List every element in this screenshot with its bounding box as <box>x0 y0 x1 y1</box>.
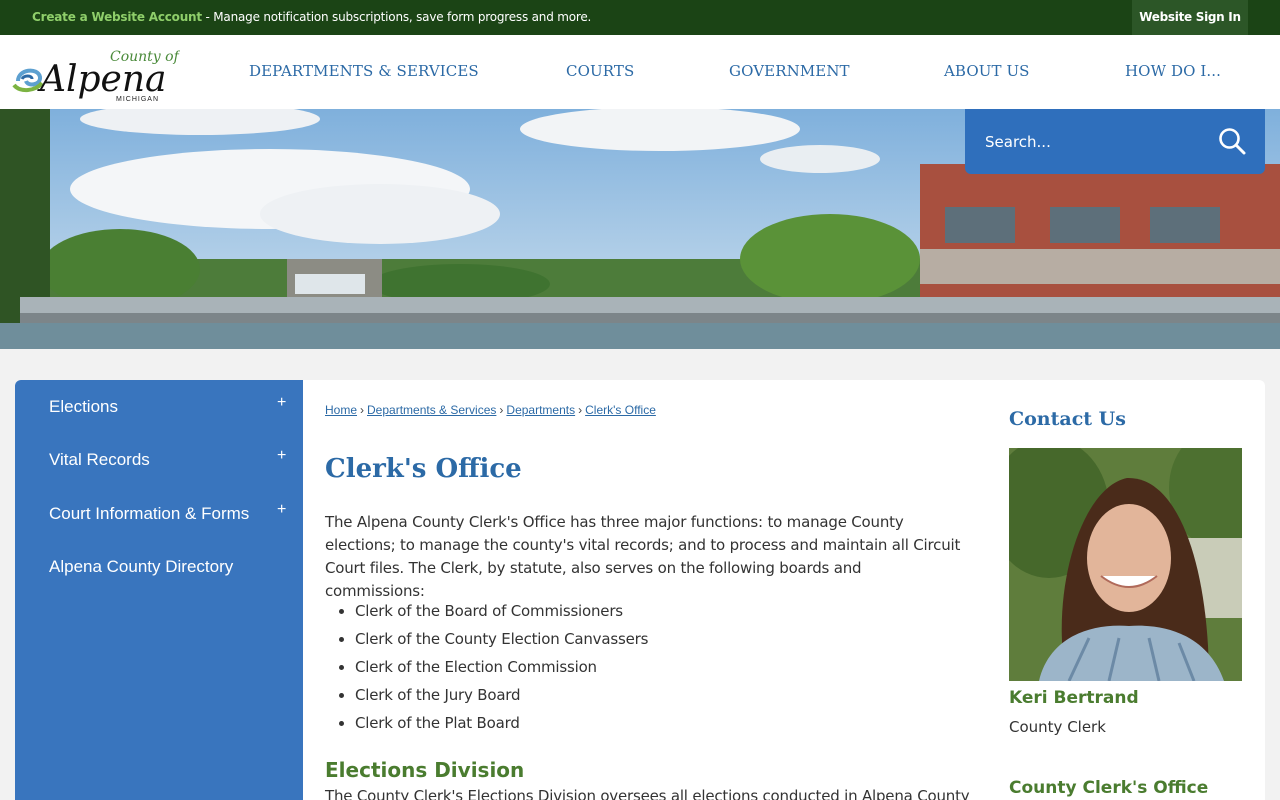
nav-departments-services[interactable]: DEPARTMENTS & SERVICES <box>249 62 479 80</box>
logo-name: Alpena <box>37 59 167 100</box>
website-sign-in-button[interactable]: Website Sign In <box>1132 0 1248 35</box>
search-icon[interactable] <box>1217 126 1247 156</box>
intro-paragraph: The Alpena County Clerk's Office has thr… <box>325 513 961 600</box>
utility-bar: Create a Website Account - Manage notifi… <box>0 0 1280 35</box>
nav-government[interactable]: GOVERNMENT <box>729 62 850 80</box>
breadcrumb-separator: › <box>578 403 583 417</box>
list-item: Clerk of the Plat Board <box>355 712 648 740</box>
list-item: Clerk of the Jury Board <box>355 684 648 712</box>
expand-vital-records-icon[interactable]: + <box>277 447 286 465</box>
nav-how-do-i[interactable]: HOW DO I... <box>1125 62 1221 80</box>
office-heading: County Clerk's Office <box>1009 778 1209 798</box>
breadcrumb-home[interactable]: Home <box>325 403 357 417</box>
contact-name: Keri Bertrand <box>1009 688 1139 708</box>
sidebar-item-vital-records[interactable]: Vital Records <box>49 450 150 470</box>
list-item: Clerk of the Election Commission <box>355 656 648 684</box>
account-message-text: - Manage notification subscriptions, sav… <box>201 10 592 24</box>
sidebar-item-elections[interactable]: Elections <box>49 397 118 417</box>
list-item: Clerk of the County Election Canvassers <box>355 628 648 656</box>
page-title: Clerk's Office <box>325 454 522 484</box>
create-account-link[interactable]: Create a Website Account <box>32 10 202 24</box>
breadcrumb-clerks-office[interactable]: Clerk's Office <box>585 403 656 417</box>
breadcrumb-departments[interactable]: Departments <box>506 403 575 417</box>
clerk-portrait-photo <box>1009 448 1242 681</box>
site-header: County of Alpena MICHIGAN DEPARTMENTS & … <box>0 35 1280 109</box>
nav-about-us[interactable]: ABOUT US <box>944 62 1030 80</box>
breadcrumb: Home › Departments & Services › Departments ›… <box>325 403 656 417</box>
sidebar-item-court-information[interactable]: Court Information & Forms <box>49 504 249 524</box>
logo-state: MICHIGAN <box>116 96 159 103</box>
breadcrumb-departments-services[interactable]: Departments & Services <box>367 403 496 417</box>
contact-role: County Clerk <box>1009 718 1106 736</box>
logo-mark: County of Alpena MICHIGAN <box>12 49 182 103</box>
contact-us-heading: Contact Us <box>1009 408 1126 430</box>
expand-elections-icon[interactable]: + <box>277 394 286 412</box>
breadcrumb-separator: › <box>360 403 365 417</box>
section-paragraph: The County Clerk's Elections Division ov… <box>325 787 970 800</box>
search-input[interactable]: Search... <box>985 133 1051 151</box>
list-item: Clerk of the Board of Commissioners <box>355 600 648 628</box>
breadcrumb-separator: › <box>499 403 504 417</box>
site-search-box[interactable]: Search... <box>965 109 1265 174</box>
main-container: Elections + Vital Records + Court Inform… <box>15 380 1265 800</box>
roles-list: Clerk of the Board of Commissioners Cler… <box>355 600 648 740</box>
sidebar-item-county-directory[interactable]: Alpena County Directory <box>49 557 233 577</box>
expand-court-information-icon[interactable]: + <box>277 501 286 519</box>
nav-courts[interactable]: COURTS <box>566 62 634 80</box>
sidebar-nav: Elections + Vital Records + Court Inform… <box>15 380 303 800</box>
section-heading-elections-division: Elections Division <box>325 758 525 782</box>
county-logo[interactable]: County of Alpena MICHIGAN <box>12 41 182 105</box>
account-message: Create a Website Account - Manage notifi… <box>32 10 591 24</box>
